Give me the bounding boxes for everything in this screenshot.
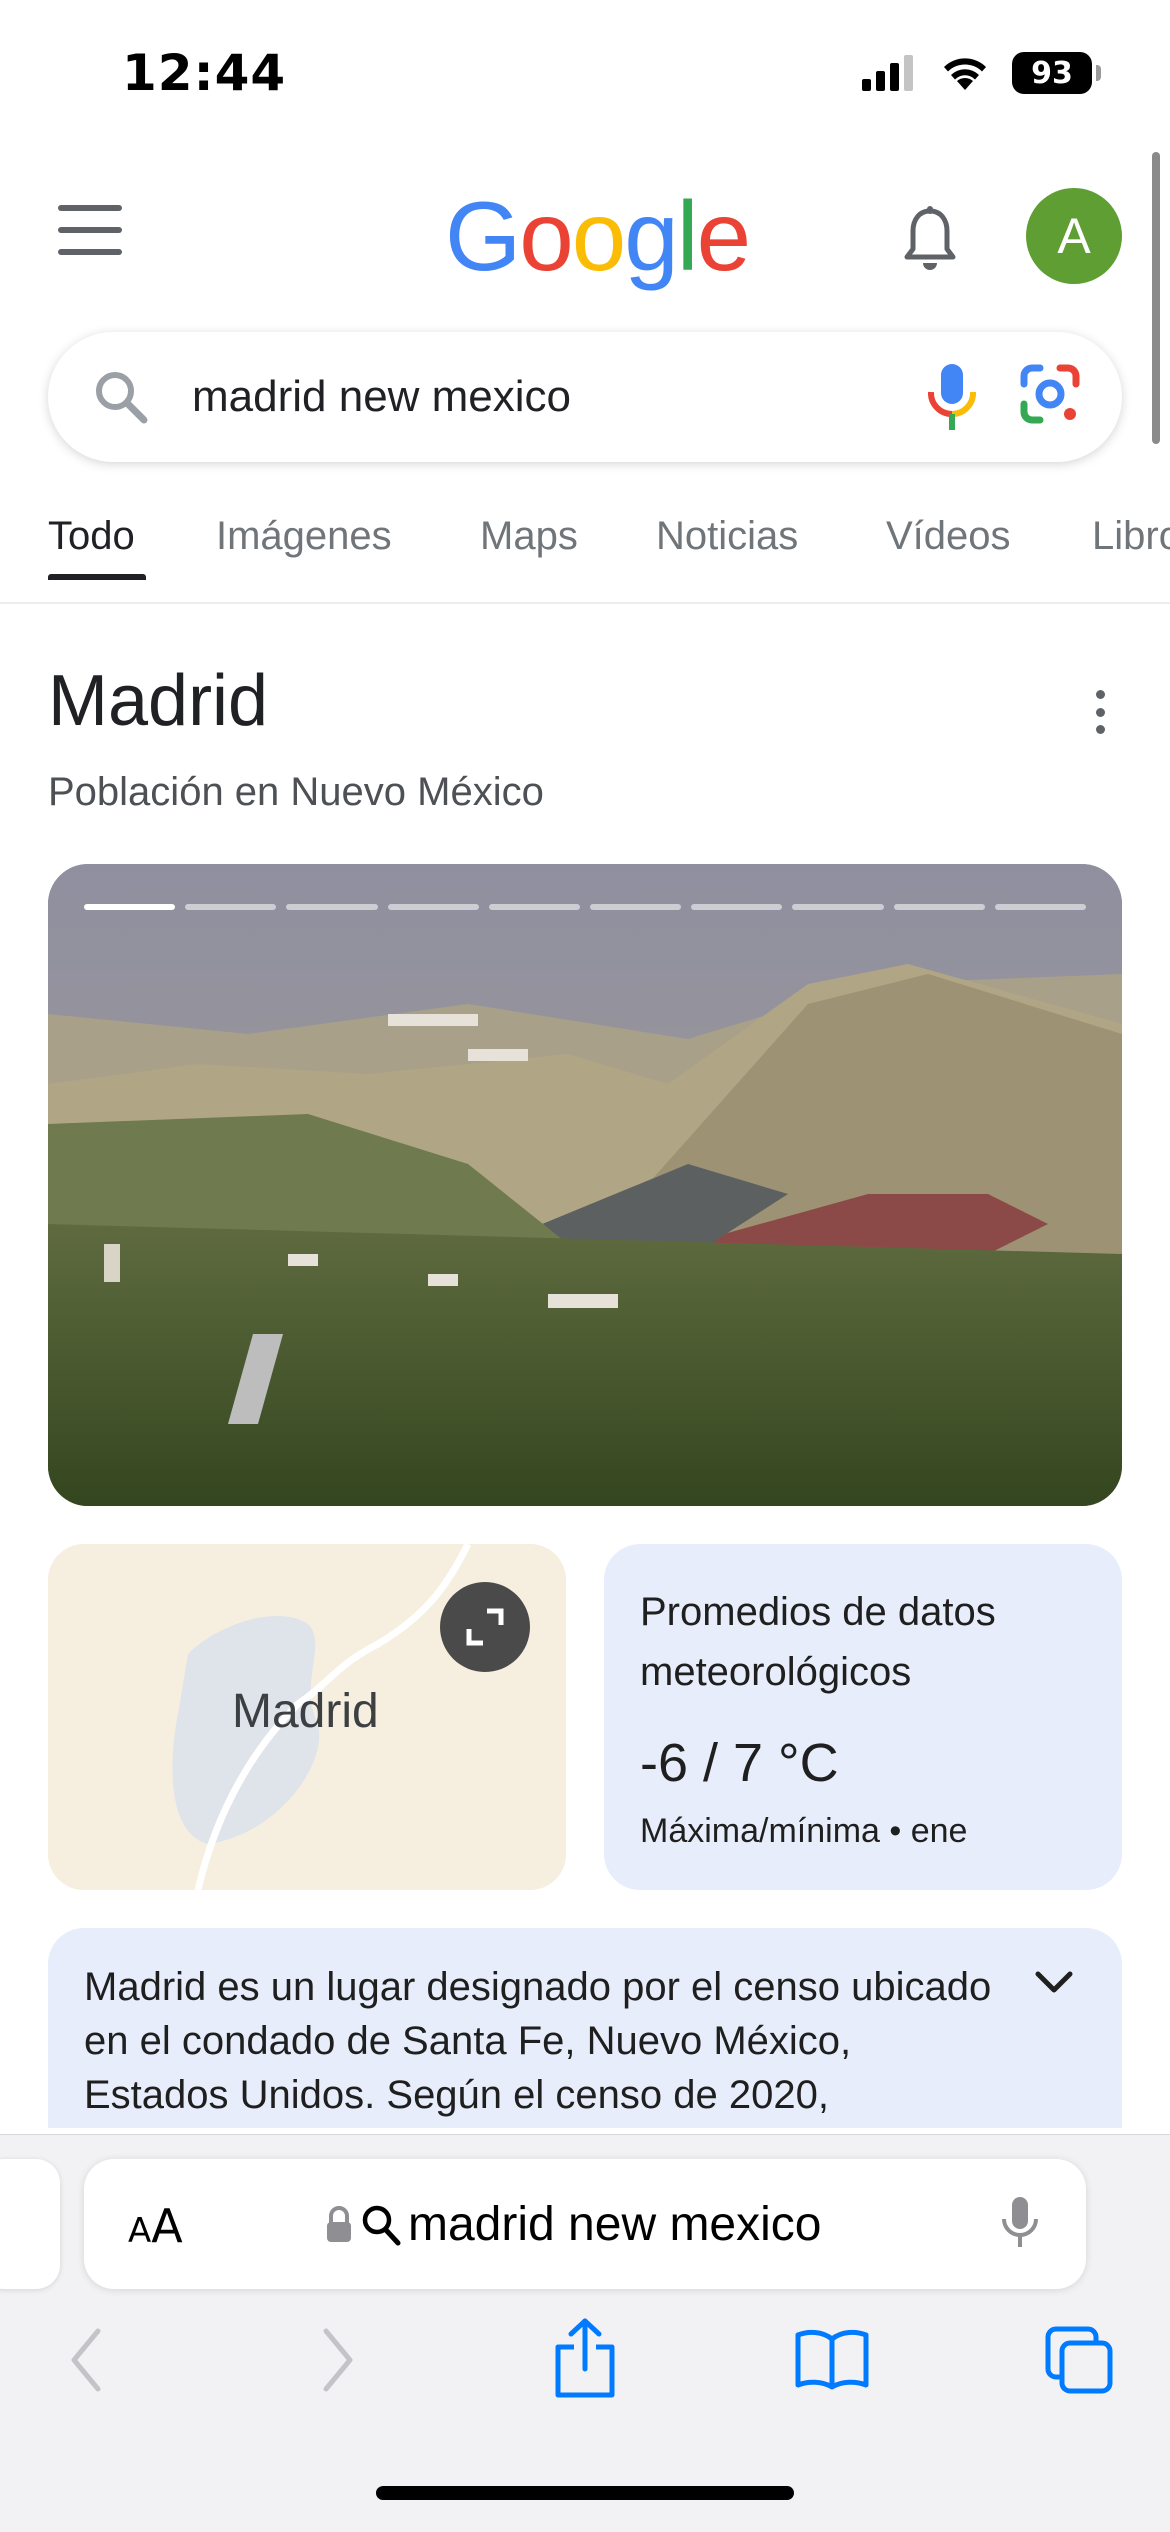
address-bar[interactable]: AA madrid new mexico [84,2159,1086,2289]
description-card[interactable]: Madrid es un lugar designado por el cens… [48,1928,1122,2128]
safari-nav-row [0,2318,1170,2415]
active-tab-indicator [48,574,146,580]
page-settings-button[interactable]: AA [128,2199,183,2253]
google-header: Google A [0,150,1170,320]
account-avatar[interactable]: A [1026,188,1122,284]
knowledge-panel-subtitle: Población en Nuevo México [48,770,544,814]
weather-temperature: -6 / 7 °C [640,1733,839,1793]
search-icon [362,2205,401,2245]
safari-toolbar: AA madrid new mexico [0,2134,1170,2532]
tab-imagenes[interactable]: Imágenes [216,514,392,559]
bookmarks-icon[interactable] [794,2327,870,2391]
dictation-mic-icon[interactable] [1000,2195,1040,2251]
voice-search-mic-icon[interactable] [924,362,980,434]
weather-title: Promedios de datos meteorológicos [640,1590,996,1694]
search-icon [96,372,148,424]
hamburger-menu-icon[interactable] [58,205,122,255]
place-photo-carousel[interactable] [48,864,1122,1506]
more-options-icon[interactable] [1090,690,1110,734]
status-icons: 93 [862,52,1101,94]
tab-noticias[interactable]: Noticias [656,514,798,559]
forward-icon[interactable] [318,2325,358,2395]
carousel-progress [84,904,1087,910]
search-query-text[interactable]: madrid new mexico [192,372,571,422]
tab-videos[interactable]: Vídeos [886,514,1011,559]
back-icon[interactable] [66,2325,106,2395]
tab-libros[interactable]: Libros [1092,514,1170,559]
google-logo[interactable]: Google [445,180,751,293]
tab-maps[interactable]: Maps [480,514,578,559]
share-icon[interactable] [552,2317,618,2401]
knowledge-panel-title: Madrid [48,661,269,741]
lock-icon [327,2205,351,2242]
tabs-overview-icon[interactable] [1044,2325,1114,2395]
landscape-photo [48,864,1122,1506]
wifi-icon [944,58,986,90]
address-bar-text: madrid new mexico [408,2198,822,2251]
weather-subtitle: Máxima/mínima • ene [640,1812,968,1850]
weather-card[interactable]: Promedios de datos meteorológicos -6 / 7… [604,1544,1122,1890]
status-time: 12:44 [122,44,287,102]
home-indicator [376,2486,794,2500]
chevron-down-icon[interactable] [1034,1968,1074,1998]
battery-indicator: 93 [1012,52,1101,94]
previous-tab-preview[interactable] [0,2159,60,2289]
notification-bell-icon[interactable] [900,205,960,275]
map-place-label: Madrid [232,1685,379,1738]
description-text: Madrid es un lugar designado por el cens… [84,1965,992,2117]
cellular-signal-icon [862,55,913,91]
tab-todo[interactable]: Todo [48,514,135,559]
google-lens-icon[interactable] [1018,362,1082,426]
google-logo-text: Google [445,181,751,291]
status-bar: 12:44 93 [0,0,1170,150]
search-tabs: Todo Imágenes Maps Noticias Vídeos Libro… [0,500,1170,604]
search-box[interactable]: madrid new mexico [48,332,1122,462]
address-bar-content: madrid new mexico [324,2197,821,2252]
map-card[interactable]: Madrid [48,1544,566,1890]
expand-map-icon[interactable] [440,1582,530,1672]
